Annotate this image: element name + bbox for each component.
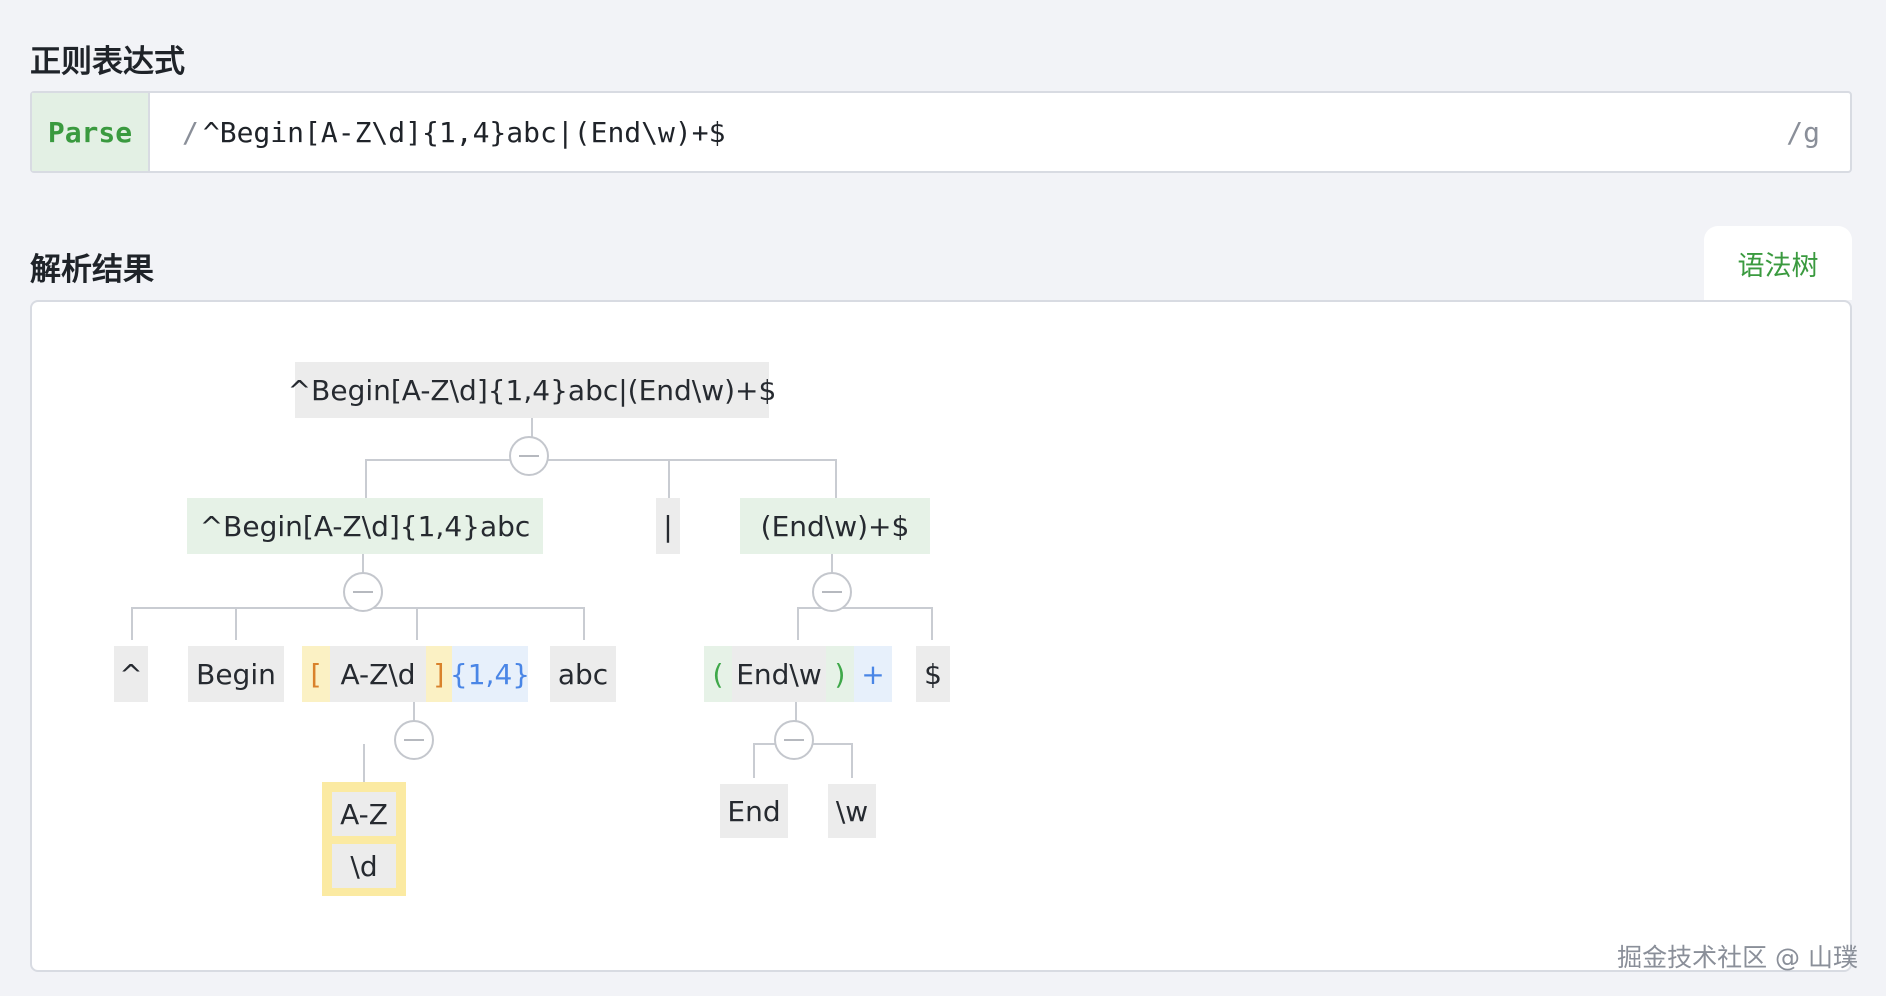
tree-node-set-close[interactable]: ] — [426, 646, 452, 702]
watermark: 掘金技术社区 @ 山璞 — [1617, 943, 1858, 972]
tree-node-sequence-right[interactable]: (End\w)+$ — [740, 498, 930, 554]
regex-flags: /g — [1786, 115, 1820, 149]
regex-input[interactable] — [198, 115, 1787, 149]
tree-node-group[interactable]: End\w — [732, 646, 826, 702]
tree-node-root[interactable]: ^Begin[A-Z\d]{1,4}abc|(End\w)+$ — [288, 362, 776, 418]
tree-node-quantifier-1-4[interactable]: {1,4} — [450, 646, 530, 702]
tree-node-dollar[interactable]: $ — [916, 646, 950, 702]
tree-node-group-open[interactable]: ( — [704, 646, 732, 702]
tree-node-alternation[interactable]: | — [656, 498, 680, 554]
regex-input-bar: Parse / /g — [30, 91, 1852, 173]
result-section-title: 解析结果 — [30, 252, 154, 288]
tree-node-set[interactable]: A-Z\d — [330, 646, 426, 702]
regex-section-title: 正则表达式 — [30, 44, 185, 80]
tree-node-begin[interactable]: Begin — [188, 646, 284, 702]
regex-delimiter-left: / — [182, 115, 199, 149]
tab-syntax-tree[interactable]: 语法树 — [1704, 226, 1852, 300]
tree-node-abc[interactable]: abc — [550, 646, 616, 702]
tree-node-sequence-left[interactable]: ^Begin[A-Z\d]{1,4}abc — [187, 498, 543, 554]
tree-node-word[interactable]: \w — [828, 784, 876, 838]
tree-node-set-digit[interactable]: \d — [332, 844, 396, 888]
tree-node-plus[interactable]: + — [854, 646, 892, 702]
regex-input-wrapper: / /g — [150, 115, 1850, 149]
tree-node-set-open[interactable]: [ — [302, 646, 330, 702]
parse-button[interactable]: Parse — [32, 93, 150, 171]
tree-node-end[interactable]: End — [720, 784, 788, 838]
tree-node-set-range[interactable]: A-Z — [332, 792, 396, 836]
tree-node-caret[interactable]: ^ — [114, 646, 148, 702]
tree-node-group-close[interactable]: ) — [826, 646, 854, 702]
